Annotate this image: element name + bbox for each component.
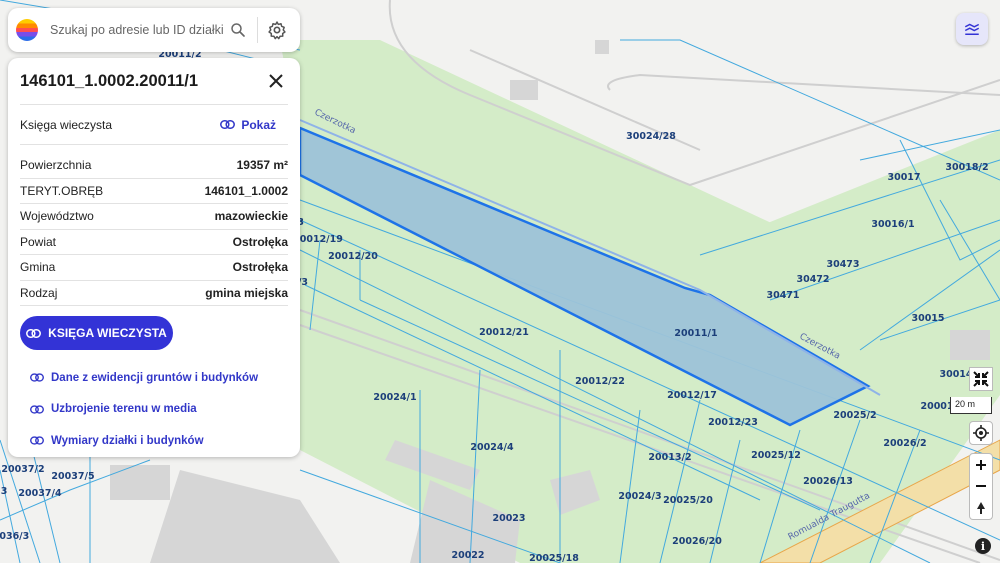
plot-number-label: 20025/2 xyxy=(833,410,876,421)
attr-value: 146101_1.0002 xyxy=(204,183,288,198)
zoom-out-button[interactable] xyxy=(969,475,993,498)
plot-number-label: 20024/1 xyxy=(373,392,416,403)
link-icon xyxy=(220,120,236,129)
land-register-button[interactable]: KSIĘGA WIECZYSTA xyxy=(20,316,173,350)
layers-icon xyxy=(964,23,980,35)
plot-number-label: 20025/20 xyxy=(663,495,713,506)
compass-icon xyxy=(977,502,985,514)
attr-row-type: Rodzaj gmina miejska xyxy=(20,281,288,306)
plot-number-label: 20025/18 xyxy=(529,553,579,563)
link-label: Wymiary działki i budynków xyxy=(51,434,204,447)
attr-value: mazowieckie xyxy=(214,209,288,224)
locate-button[interactable] xyxy=(969,421,993,445)
plot-number-label: 20026/2 xyxy=(883,438,926,449)
plot-number-label: 20026/20 xyxy=(672,536,722,547)
plot-number-label: 30017 xyxy=(887,172,920,183)
attr-label: TERYT.OBRĘB xyxy=(20,183,104,198)
plot-number-label: 20001 xyxy=(920,401,953,412)
parcel-info-panel: 146101_1.0002.20011/1 Księga wieczysta P… xyxy=(8,58,300,457)
plot-number-label: 20012/21 xyxy=(479,327,529,338)
divider xyxy=(257,17,258,43)
search-bar xyxy=(8,8,300,52)
attr-label: Powierzchnia xyxy=(20,158,92,173)
search-icon[interactable] xyxy=(223,15,253,45)
land-register-row: Księga wieczysta Pokaż xyxy=(20,105,288,145)
gear-icon[interactable] xyxy=(262,15,292,45)
plus-icon xyxy=(976,459,986,470)
attr-row-county: Powiat Ostrołęka xyxy=(20,230,288,255)
attr-value: 19357 m² xyxy=(236,158,288,173)
plot-number-label: 20011/1 xyxy=(674,328,717,339)
panel-header: 146101_1.0002.20011/1 xyxy=(20,58,288,105)
link-utilities[interactable]: Uzbrojenie terenu w media xyxy=(20,394,288,426)
plot-number-label: 30471 xyxy=(766,290,799,301)
minus-icon xyxy=(976,485,986,487)
plot-number-label: 30473 xyxy=(826,259,859,270)
plot-number-label: 20012/22 xyxy=(575,376,625,387)
plot-number-label: 20012/23 xyxy=(708,417,758,428)
plot-number-label: 20024/3 xyxy=(618,491,661,502)
layers-button[interactable] xyxy=(956,13,988,45)
link-icon xyxy=(26,328,42,338)
logo-icon xyxy=(16,19,38,41)
link-label: Uzbrojenie terenu w media xyxy=(51,403,197,416)
plot-number-label: 0036/3 xyxy=(0,531,29,542)
attr-row-commune: Gmina Ostrołęka xyxy=(20,255,288,281)
link-dimensions[interactable]: Wymiary działki i budynków xyxy=(20,425,288,457)
plot-number-label: 20022 xyxy=(451,550,484,561)
link-egib-data[interactable]: Dane z ewidencji gruntów i budynków xyxy=(20,362,288,394)
link-label: Dane z ewidencji gruntów i budynków xyxy=(51,371,259,384)
attr-row-area: Powierzchnia 19357 m² xyxy=(20,153,288,179)
plot-number-label: 20023 xyxy=(492,513,525,524)
attr-value: gmina miejska xyxy=(205,285,288,300)
plot-number-label: 20012/17 xyxy=(667,390,717,401)
collapse-icon xyxy=(973,371,989,387)
link-icon xyxy=(30,436,44,445)
collapse-button[interactable] xyxy=(969,367,993,391)
attr-value: Ostrołęka xyxy=(232,260,288,275)
plot-number-label: 20012/20 xyxy=(328,251,378,262)
plot-number-label: 20037/4 xyxy=(18,488,62,499)
plot-number-label: 30014 xyxy=(939,369,972,380)
land-register-label: Księga wieczysta xyxy=(20,117,113,132)
show-land-register-link[interactable]: Pokaż xyxy=(220,118,276,132)
links-list: Dane z ewidencji gruntów i budynków Uzbr… xyxy=(20,362,288,457)
plot-number-label: 30016/1 xyxy=(871,219,914,230)
parcel-id-title: 146101_1.0002.20011/1 xyxy=(20,71,199,90)
plot-number-label: 20012/19 xyxy=(293,234,343,245)
plot-number-label: 30015 xyxy=(911,313,944,324)
zoom-in-button[interactable] xyxy=(969,453,993,476)
crosshair-icon xyxy=(973,425,989,441)
scale-bar: 20 m xyxy=(950,397,992,414)
plot-number-label: 20025/12 xyxy=(751,450,801,461)
link-icon xyxy=(30,373,44,382)
show-label: Pokaż xyxy=(241,117,276,132)
land-register-button-label: KSIĘGA WIECZYSTA xyxy=(48,326,167,340)
plot-number-label: 30472 xyxy=(796,274,829,285)
attr-label: Województwo xyxy=(20,209,94,224)
attr-row-voivodeship: Województwo mazowieckie xyxy=(20,204,288,230)
attr-label: Powiat xyxy=(20,234,57,249)
plot-number-label: 20024/4 xyxy=(470,442,514,453)
plot-number-label: 3 xyxy=(1,486,8,497)
search-input[interactable] xyxy=(50,23,223,37)
plot-number-label: 20037/5 xyxy=(51,471,94,482)
reset-north-button[interactable] xyxy=(969,497,993,520)
plot-number-label: 30024/28 xyxy=(626,131,676,142)
attr-row-teryt: TERYT.OBRĘB 146101_1.0002 xyxy=(20,179,288,204)
link-icon xyxy=(30,405,44,414)
close-icon[interactable] xyxy=(264,69,288,93)
attr-label: Rodzaj xyxy=(20,285,58,300)
plot-number-label: 20037/2 xyxy=(1,464,44,475)
attr-label: Gmina xyxy=(20,260,56,275)
attr-value: Ostrołęka xyxy=(232,234,288,249)
plot-number-label: 30018/2 xyxy=(945,162,988,173)
plot-number-label: 20026/13 xyxy=(803,476,853,487)
info-icon[interactable]: i xyxy=(975,538,991,554)
plot-number-label: 20013/2 xyxy=(648,452,691,463)
